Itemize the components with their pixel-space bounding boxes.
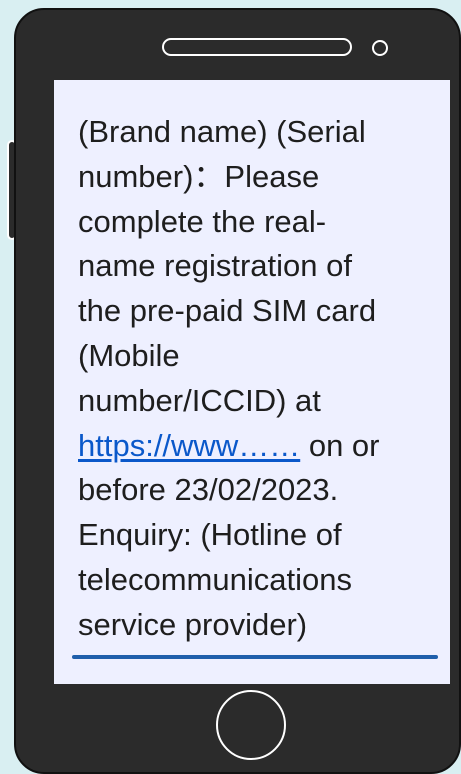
message-line-12: service provider) [78,606,308,642]
message-line-9: before 23/02/2023. [78,472,339,508]
message-line-5: the pre-paid SIM card [78,293,377,329]
home-button-icon[interactable] [216,690,286,760]
camera-icon [372,40,388,56]
registration-link[interactable]: https://www…… [78,428,300,463]
message-line-6: (Mobile [78,337,180,373]
mobile-phone: (Brand name) (Serial number)：Please comp… [14,8,461,774]
message-line-10: Enquiry: (Hotline of [78,517,342,553]
message-line-4: name registration of [78,248,352,284]
sms-message: (Brand name) (Serial number)：Please comp… [78,110,428,648]
message-line-11: telecommunications [78,561,352,597]
screen-divider [72,655,438,659]
message-line-7: number/ICCID) at [78,382,321,418]
phone-screen: (Brand name) (Serial number)：Please comp… [54,80,450,684]
message-line-2: number)：Please [78,158,320,194]
message-line-8-tail: on or [300,427,380,463]
message-line-1: (Brand name) (Serial [78,114,366,149]
message-line-3: complete the real- [78,203,327,239]
speaker-icon [162,38,352,56]
